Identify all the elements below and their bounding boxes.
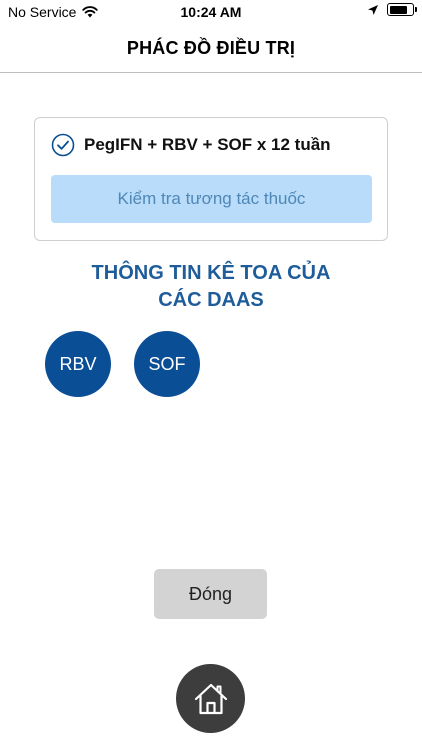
section-heading-line1: THÔNG TIN KÊ TOA CỦA [91,262,331,284]
check-interaction-button[interactable]: Kiểm tra tương tác thuốc [51,175,372,223]
nav-bar: PHÁC ĐỒ ĐIỀU TRỊ [0,24,422,73]
status-right [367,3,417,16]
section-heading: THÔNG TIN KÊ TOA CỦA CÁC DAAS [30,260,392,314]
status-time: 10:24 AM [180,4,242,20]
home-button[interactable] [176,664,245,733]
regimen-card: PegIFN + RBV + SOF x 12 tuần Kiểm tra tư… [34,117,388,241]
location-arrow-icon [368,4,378,15]
page-title: PHÁC ĐỒ ĐIỀU TRỊ [126,37,296,58]
drug-button-rbv[interactable]: RBV [45,331,111,397]
home-icon [194,683,227,714]
status-bar: No Service 10:24 AM [0,0,422,24]
battery-icon [387,3,417,16]
check-circle-icon [51,133,75,157]
close-button[interactable]: Đóng [154,569,267,619]
regimen-option[interactable]: PegIFN + RBV + SOF x 12 tuần [51,133,331,157]
battery-fill [389,5,408,14]
regimen-label: PegIFN + RBV + SOF x 12 tuần [84,135,331,154]
section-heading-line2: CÁC DAAS [158,289,264,311]
drug-button-sof[interactable]: SOF [134,331,200,397]
